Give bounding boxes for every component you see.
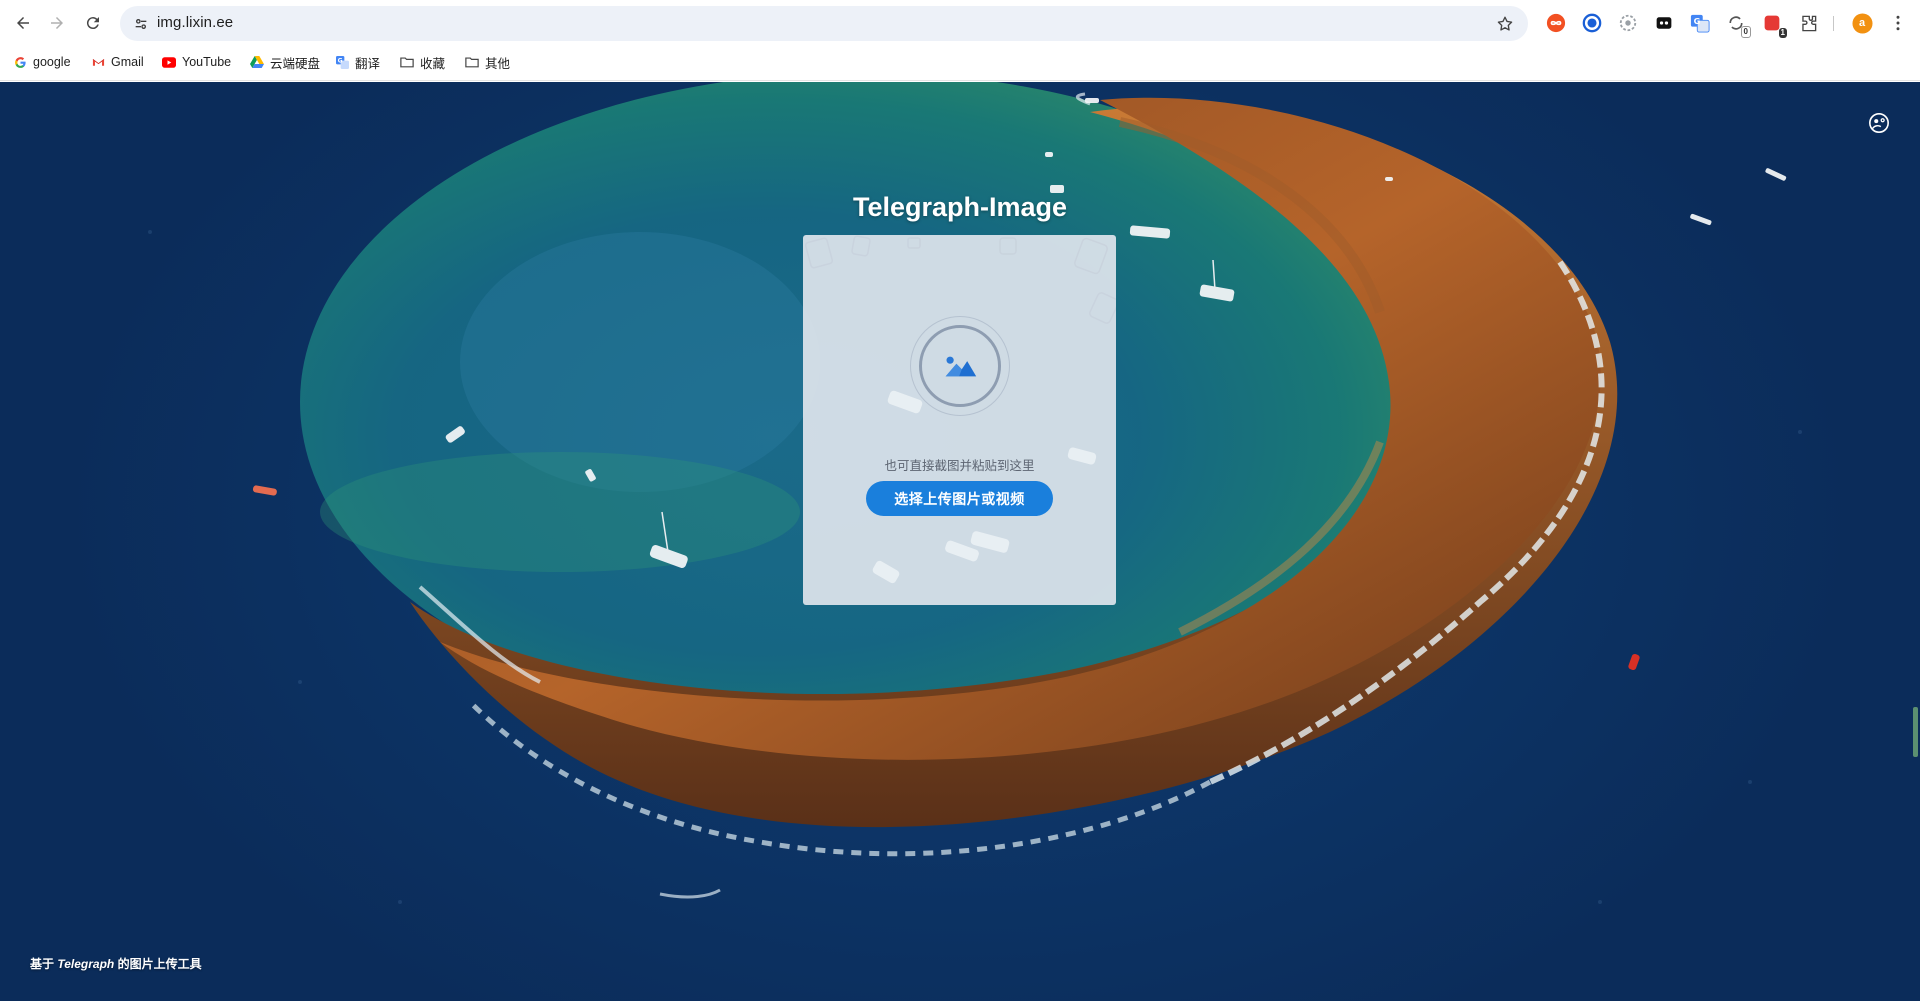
extension-badge: 0	[1740, 26, 1751, 38]
dropzone-pattern	[804, 235, 1116, 584]
svg-text:G: G	[1694, 16, 1701, 26]
gear-extension-icon[interactable]	[1617, 12, 1639, 34]
folder-icon	[465, 55, 479, 69]
bookmark-star-button[interactable]	[1494, 13, 1516, 35]
arrow-left-icon	[17, 17, 29, 29]
footer-credit: 基于 Telegraph 的图片上传工具	[30, 955, 202, 972]
bookmark-label: 云端硬盘	[270, 56, 321, 71]
url-text[interactable]: img.lixin.ee	[157, 14, 233, 31]
browser-toolbar: img.lixin.ee G 0 1 a	[0, 0, 1920, 47]
bookmark-label: Gmail	[111, 55, 144, 69]
infinity-extension-icon[interactable]	[1545, 12, 1567, 34]
bookmark-label: 收藏	[420, 56, 446, 71]
bookmark-folder-other[interactable]: 其他	[465, 52, 510, 72]
upload-icon-ring[interactable]	[910, 316, 1010, 416]
image-upload-icon	[945, 356, 977, 376]
youtube-icon	[162, 55, 176, 69]
google-icon	[13, 55, 27, 69]
bookmark-drive[interactable]: 云端硬盘	[250, 52, 320, 72]
footer-brand: Telegraph	[57, 957, 115, 971]
reload-icon	[86, 17, 99, 30]
browser-chrome: img.lixin.ee G 0 1 a google Gmail YouTub…	[0, 0, 1920, 81]
translate-extension-icon[interactable]: G	[1689, 12, 1711, 34]
drive-icon	[250, 55, 264, 69]
bookmark-label: google	[33, 55, 71, 69]
footer-suffix: 的图片上传工具	[114, 957, 202, 971]
translate-icon: G	[335, 55, 349, 69]
bookmark-translate[interactable]: G 翻译	[335, 52, 380, 72]
upload-dropzone[interactable]: 也可直接截图并粘贴到这里 选择上传图片或视频	[803, 235, 1116, 605]
forward-button[interactable]	[44, 10, 70, 36]
arrow-right-icon	[51, 17, 63, 29]
profile-initial: a	[1858, 17, 1866, 29]
profile-avatar[interactable]: a	[1851, 12, 1873, 34]
reload-button[interactable]	[80, 10, 106, 36]
extensions-puzzle-icon[interactable]	[1797, 12, 1819, 34]
footer-prefix: 基于	[30, 957, 58, 971]
bookmark-gmail[interactable]: Gmail	[91, 52, 144, 72]
browser-menu-button[interactable]	[1887, 12, 1909, 34]
svg-text:G: G	[337, 57, 342, 64]
site-info-icon[interactable]	[128, 11, 153, 36]
toolbar-separator	[1833, 16, 1834, 31]
bookmark-label: 翻译	[355, 56, 381, 71]
select-file-button[interactable]: 选择上传图片或视频	[866, 481, 1053, 516]
circle-extension-icon[interactable]	[1581, 12, 1603, 34]
theme-toggle-icon[interactable]	[1868, 112, 1890, 134]
page-title: Telegraph-Image	[852, 192, 1068, 222]
address-bar[interactable]: img.lixin.ee	[120, 6, 1528, 41]
bookmark-google[interactable]: google	[13, 52, 71, 72]
folder-icon	[400, 55, 414, 69]
back-button[interactable]	[10, 10, 36, 36]
gmail-icon	[91, 55, 105, 69]
red-extension-icon[interactable]: 1	[1761, 12, 1787, 38]
paste-hint: 也可直接截图并粘贴到这里	[884, 459, 1035, 473]
page-viewport: Telegraph-Image 也可直接截图并粘贴到这里 选择上传图片或视频 基…	[0, 82, 1920, 1001]
bookmarks-bar: google Gmail YouTube 云端硬盘 G 翻译 收藏 其他	[0, 48, 1920, 74]
extension-badge: 1	[1778, 28, 1787, 38]
bookmark-label: 其他	[485, 56, 511, 71]
bookmark-folder-favorites[interactable]: 收藏	[400, 52, 445, 72]
sync-extension-icon[interactable]: 0	[1725, 12, 1751, 38]
bookmark-label: YouTube	[182, 55, 232, 69]
bot-extension-icon[interactable]	[1653, 12, 1675, 34]
star-icon	[1497, 16, 1513, 31]
bookmark-youtube[interactable]: YouTube	[162, 52, 231, 72]
more-vertical-icon	[1896, 15, 1900, 31]
